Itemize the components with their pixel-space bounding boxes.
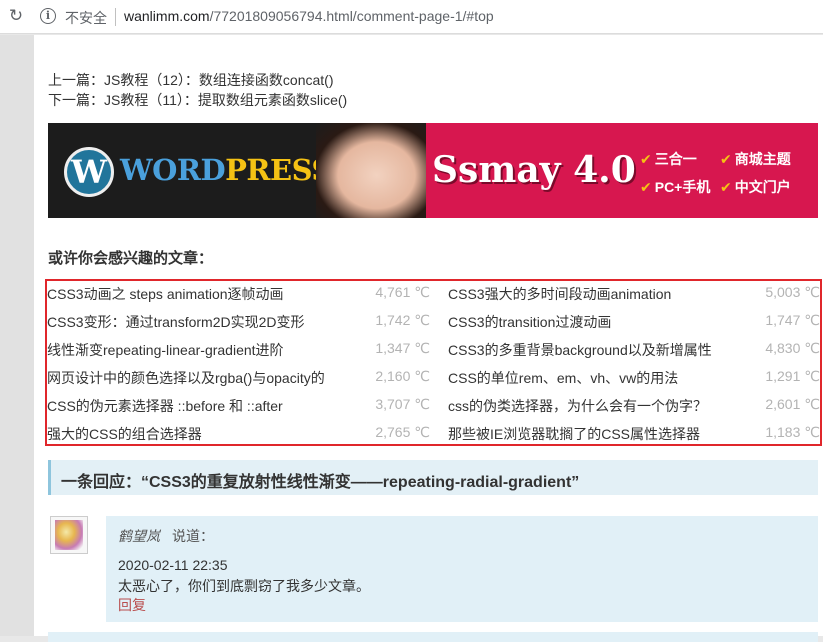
comment-says-label: 说道： xyxy=(172,528,214,544)
url-path: /77201809056794.html/comment-page-1/#top xyxy=(209,8,494,24)
banner-feature: ✔ 商城主题 xyxy=(720,151,791,167)
reload-icon[interactable]: ↻ xyxy=(6,6,26,26)
banner-feature: ✔ PC+手机 xyxy=(640,179,711,195)
comment-item: 鹤望岚 说道： 2020-02-11 22:35 太恶心了，你们到底剽窃了我多少… xyxy=(106,516,818,622)
related-articles-list: CSS3动画之 steps animation逐帧动画 4,761 ℃ CSS3… xyxy=(45,279,822,446)
wordpress-wordmark: WORDPRESS xyxy=(120,153,332,187)
security-label[interactable]: 不安全 xyxy=(65,8,107,28)
post-navigation: 上一篇：JS教程（12）：数组连接函数concat() 下一篇：JS教程（11）… xyxy=(48,70,347,110)
comment-reply-link[interactable]: 回复 xyxy=(118,595,146,615)
check-icon: ✔ xyxy=(640,179,652,195)
related-item-title[interactable]: CSS3的多重背景background以及新增属性 xyxy=(448,340,748,360)
related-item-title[interactable]: 强大的CSS的组合选择器 xyxy=(47,424,347,444)
wordpress-logo-icon: W xyxy=(64,147,114,197)
next-comment-box xyxy=(48,632,818,642)
banner-feature: ✔ 三合一 xyxy=(640,151,697,167)
banner-model-photo xyxy=(316,123,426,218)
related-item-title[interactable]: 网页设计中的颜色选择以及rgba()与opacity的 xyxy=(47,368,353,388)
related-item-views: 1,347 ℃ xyxy=(375,340,430,356)
related-item-title[interactable]: 那些被IE浏览器耽搁了的CSS属性选择器 xyxy=(448,424,748,444)
comment-author[interactable]: 鹤望岚 xyxy=(118,526,160,546)
related-heading: 或许你会感兴趣的文章： xyxy=(48,250,214,267)
address-separator xyxy=(115,8,116,26)
wordpress-w: W xyxy=(120,153,153,187)
comment-text: 太恶心了，你们到底剽窃了我多少文章。 xyxy=(118,578,370,594)
related-item-title[interactable]: CSS3变形：通过transform2D实现2D变形 xyxy=(47,312,347,332)
avatar-image xyxy=(55,520,83,550)
url-domain: wanlimm.com xyxy=(124,8,210,24)
banner-feature: ✔ 中文门户 xyxy=(720,179,791,195)
url-field[interactable]: wanlimm.com/77201809056794.html/comment-… xyxy=(124,8,494,24)
related-item-views: 1,747 ℃ xyxy=(765,312,820,328)
related-item-views: 1,742 ℃ xyxy=(375,312,430,328)
next-post-link[interactable]: 下一篇：JS教程（11）：提取数组元素函数slice() xyxy=(48,90,347,110)
banner-product-name: Ssmay 4.0 xyxy=(432,149,636,191)
related-item-title[interactable]: CSS的单位rem、em、vh、vw的用法 xyxy=(448,368,748,388)
related-item-title[interactable]: CSS3动画之 steps animation逐帧动画 xyxy=(47,284,347,304)
related-item-views: 2,601 ℃ xyxy=(765,396,820,412)
related-item-views: 2,160 ℃ xyxy=(375,368,430,384)
ad-banner[interactable]: W WORDPRESS Ssmay 4.0 ✔ 三合一 ✔ 商城主题 ✔ PC+手机 … xyxy=(48,123,818,218)
related-item-views: 2,765 ℃ xyxy=(375,424,430,440)
related-item-title[interactable]: css的伪类选择器，为什么会有一个伪字？ xyxy=(448,396,748,416)
browser-address-bar: ↻ i 不安全 wanlimm.com/77201809056794.html/… xyxy=(0,0,823,34)
comment-date[interactable]: 2020-02-11 22:35 xyxy=(118,557,228,573)
related-item-views: 4,761 ℃ xyxy=(375,284,430,300)
page-content: 上一篇：JS教程（12）：数组连接函数concat() 下一篇：JS教程（11）… xyxy=(34,35,823,642)
check-icon: ✔ xyxy=(720,179,732,195)
page-left-margin xyxy=(0,35,34,636)
related-item-views: 1,291 ℃ xyxy=(765,368,820,384)
related-item-title[interactable]: CSS3的transition过渡动画 xyxy=(448,312,748,332)
related-item-views: 1,183 ℃ xyxy=(765,424,820,440)
info-icon[interactable]: i xyxy=(40,8,56,24)
avatar[interactable] xyxy=(50,516,88,554)
prev-post-link[interactable]: 上一篇：JS教程（12）：数组连接函数concat() xyxy=(48,70,347,90)
related-item-title[interactable]: CSS3强大的多时间段动画animation xyxy=(448,284,748,304)
related-item-title[interactable]: CSS的伪元素选择器 ::before 和 ::after xyxy=(47,396,347,416)
related-item-views: 5,003 ℃ xyxy=(765,284,820,300)
related-item-title[interactable]: 线性渐变repeating-linear-gradient进阶 xyxy=(47,340,347,360)
comments-heading-bar: 一条回应：“CSS3的重复放射性线性渐变——repeating-radial-g… xyxy=(48,460,818,495)
check-icon: ✔ xyxy=(720,151,732,167)
wordpress-ord: ORD xyxy=(152,153,226,187)
check-icon: ✔ xyxy=(640,151,652,167)
comments-heading: 一条回应：“CSS3的重复放射性线性渐变——repeating-radial-g… xyxy=(61,474,580,491)
related-item-views: 3,707 ℃ xyxy=(375,396,430,412)
related-item-views: 4,830 ℃ xyxy=(765,340,820,356)
